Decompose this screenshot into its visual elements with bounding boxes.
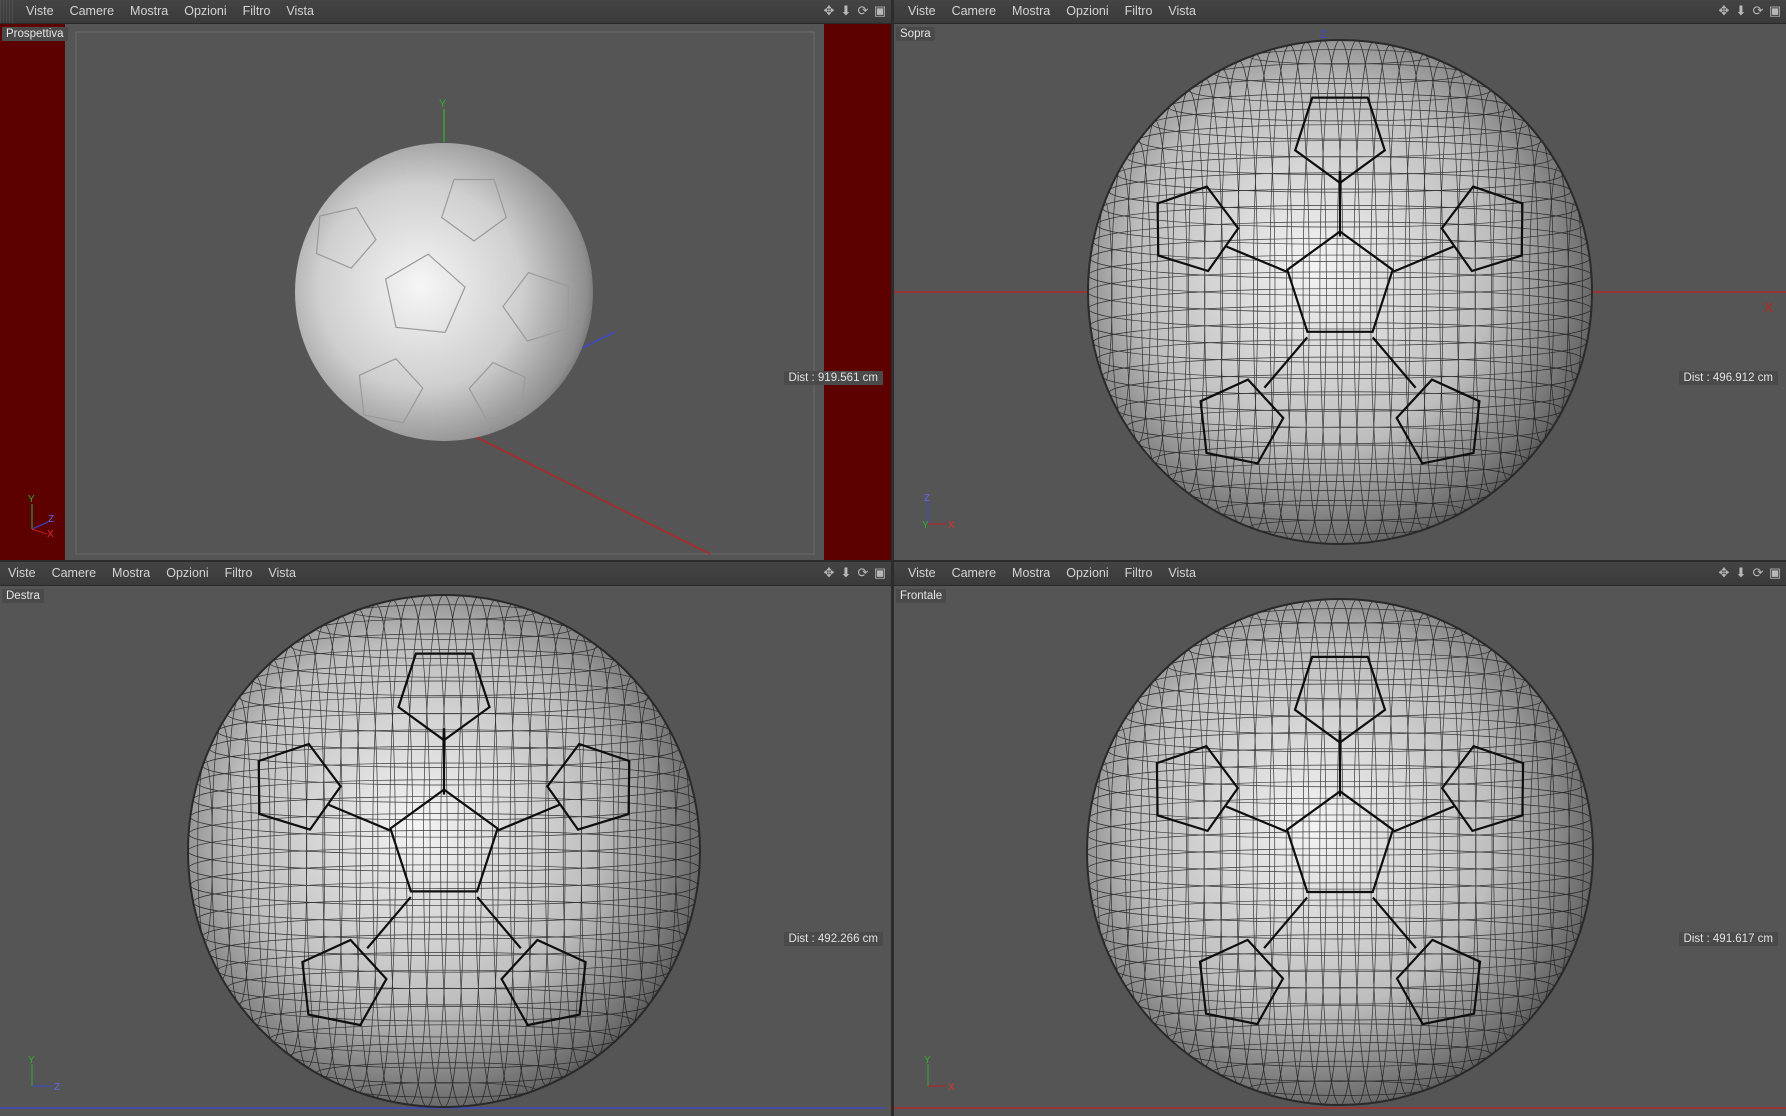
maximize-icon[interactable]: ▣ — [1768, 3, 1782, 19]
svg-text:Y: Y — [28, 494, 35, 505]
soccer-ball-wireframe[interactable] — [187, 594, 701, 1108]
viewport-menubar: Viste Camere Mostra Opzioni Filtro Vista… — [0, 562, 891, 586]
safe-frame-right — [824, 24, 891, 560]
top-scene: X Z Z Y X — [894, 29, 1786, 545]
down-arrow-icon[interactable]: ⬇ — [839, 565, 853, 581]
axis-y-label: Y — [439, 98, 447, 110]
menu-camere[interactable]: Camere — [44, 562, 104, 585]
svg-text:X: X — [948, 520, 955, 531]
viewport-front[interactable]: Viste Camere Mostra Opzioni Filtro Vista… — [894, 562, 1786, 1116]
viewport-grid: Viste Camere Mostra Opzioni Filtro Vista… — [0, 0, 1786, 1116]
viewport-canvas[interactable]: Y Y Z X — [0, 24, 891, 560]
menu-opzioni[interactable]: Opzioni — [176, 0, 234, 23]
menu-mostra[interactable]: Mostra — [104, 562, 158, 585]
maximize-icon[interactable]: ▣ — [873, 3, 887, 19]
axis-z-label: Z — [1320, 29, 1327, 41]
viewport-canvas[interactable]: X Z Z Y X — [894, 24, 1786, 560]
soccer-ball-solid[interactable] — [295, 143, 593, 441]
svg-text:Z: Z — [54, 1082, 60, 1093]
viewport-right[interactable]: Viste Camere Mostra Opzioni Filtro Vista… — [0, 562, 891, 1116]
down-arrow-icon[interactable]: ⬇ — [1734, 3, 1748, 19]
svg-text:Y: Y — [922, 520, 929, 531]
view-label-top: Sopra — [896, 27, 935, 41]
soccer-ball-wireframe[interactable] — [1086, 598, 1594, 1106]
viewport-canvas[interactable]: Y Z — [0, 586, 891, 1116]
svg-text:Z: Z — [48, 514, 54, 525]
viewport-top[interactable]: Viste Camere Mostra Opzioni Filtro Vista… — [894, 0, 1786, 560]
viewport-perspective[interactable]: Viste Camere Mostra Opzioni Filtro Vista… — [0, 0, 891, 560]
axis-gizmo: Y Z — [28, 1055, 60, 1093]
menu-filtro[interactable]: Filtro — [1117, 562, 1161, 585]
menu-filtro[interactable]: Filtro — [235, 0, 279, 23]
perspective-scene: Y Y Z X — [0, 24, 891, 560]
view-label-front: Frontale — [896, 589, 947, 603]
viewport-menubar: Viste Camere Mostra Opzioni Filtro Vista… — [894, 562, 1786, 586]
menu-viste[interactable]: Viste — [0, 562, 44, 585]
menu-mostra[interactable]: Mostra — [1004, 0, 1058, 23]
maximize-icon[interactable]: ▣ — [1768, 565, 1782, 581]
safe-frame-left — [0, 24, 65, 560]
rotate-icon[interactable]: ⟳ — [856, 3, 870, 19]
menu-vista[interactable]: Vista — [278, 0, 322, 23]
right-scene: Y Z — [0, 594, 885, 1109]
viewport-menubar: Viste Camere Mostra Opzioni Filtro Vista… — [894, 0, 1786, 24]
svg-text:Z: Z — [924, 493, 930, 504]
view-label-perspective: Prospettiva — [2, 27, 68, 41]
grip-handle[interactable] — [0, 0, 14, 23]
menu-filtro[interactable]: Filtro — [1117, 0, 1161, 23]
down-arrow-icon[interactable]: ⬇ — [1734, 565, 1748, 581]
distance-readout: Dist : 492.266 cm — [783, 932, 883, 946]
move-icon[interactable]: ✥ — [1717, 3, 1731, 19]
menu-opzioni[interactable]: Opzioni — [158, 562, 216, 585]
menu-mostra[interactable]: Mostra — [1004, 562, 1058, 585]
menu-mostra[interactable]: Mostra — [122, 0, 176, 23]
distance-readout: Dist : 496.912 cm — [1678, 371, 1778, 385]
distance-readout: Dist : 491.617 cm — [1678, 932, 1778, 946]
svg-text:X: X — [47, 529, 54, 540]
menu-vista[interactable]: Vista — [260, 562, 304, 585]
front-scene: Y X — [894, 598, 1786, 1109]
menu-camere[interactable]: Camere — [944, 562, 1004, 585]
axis-gizmo: Z Y X — [922, 493, 955, 531]
move-icon[interactable]: ✥ — [1717, 565, 1731, 581]
move-icon[interactable]: ✥ — [822, 3, 836, 19]
maximize-icon[interactable]: ▣ — [873, 565, 887, 581]
svg-text:Y: Y — [28, 1055, 35, 1066]
menu-vista[interactable]: Vista — [1160, 0, 1204, 23]
menu-filtro[interactable]: Filtro — [217, 562, 261, 585]
viewport-menubar: Viste Camere Mostra Opzioni Filtro Vista… — [0, 0, 891, 24]
view-label-right: Destra — [2, 589, 44, 603]
menu-camere[interactable]: Camere — [944, 0, 1004, 23]
svg-text:X: X — [948, 1082, 955, 1093]
menu-camere[interactable]: Camere — [62, 0, 122, 23]
distance-readout: Dist : 919.561 cm — [783, 371, 883, 385]
menu-viste[interactable]: Viste — [900, 0, 944, 23]
down-arrow-icon[interactable]: ⬇ — [839, 3, 853, 19]
rotate-icon[interactable]: ⟳ — [856, 565, 870, 581]
menu-vista[interactable]: Vista — [1160, 562, 1204, 585]
rotate-icon[interactable]: ⟳ — [1751, 3, 1765, 19]
svg-text:Y: Y — [924, 1055, 931, 1066]
menu-viste[interactable]: Viste — [18, 0, 62, 23]
axis-gizmo: Y X — [924, 1055, 955, 1093]
axis-x-line — [469, 433, 711, 555]
menu-viste[interactable]: Viste — [900, 562, 944, 585]
soccer-ball-wireframe[interactable] — [1087, 39, 1593, 545]
rotate-icon[interactable]: ⟳ — [1751, 565, 1765, 581]
axis-x-label: X — [1764, 299, 1774, 315]
menu-opzioni[interactable]: Opzioni — [1058, 0, 1116, 23]
move-icon[interactable]: ✥ — [822, 565, 836, 581]
viewport-canvas[interactable]: Y X — [894, 586, 1786, 1116]
menu-opzioni[interactable]: Opzioni — [1058, 562, 1116, 585]
